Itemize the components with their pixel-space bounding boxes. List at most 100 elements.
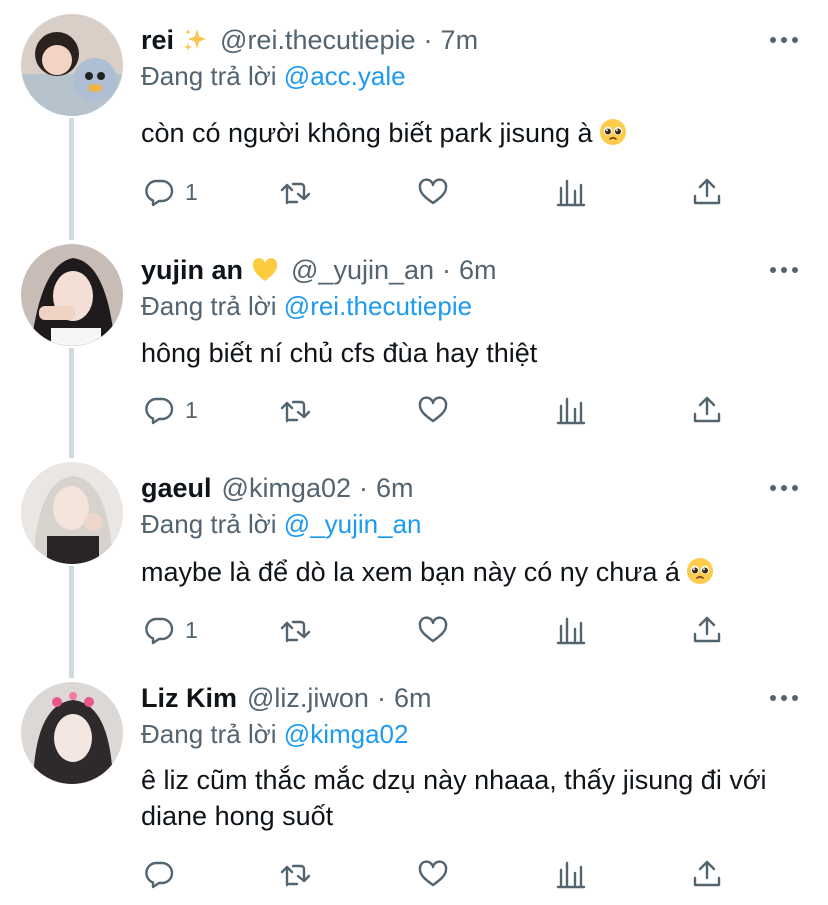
share-button[interactable] (691, 390, 723, 430)
yellow-heart-icon (251, 257, 279, 283)
reply-icon (145, 397, 174, 425)
retweet-icon (280, 864, 311, 887)
username[interactable]: @rei.thecutiepie (220, 22, 416, 58)
share-button[interactable] (691, 172, 723, 212)
reply-count: 1 (185, 178, 198, 205)
pleading-face-icon (599, 118, 627, 155)
more-icon[interactable] (770, 478, 798, 498)
avatar[interactable] (21, 244, 123, 346)
analytics-button[interactable] (555, 172, 587, 212)
pleading-face-icon (686, 557, 714, 594)
username[interactable]: @_yujin_an (291, 252, 434, 288)
display-name[interactable]: gaeul (141, 470, 212, 506)
separator-dot: · (442, 255, 452, 285)
reply-button[interactable]: 1 (143, 390, 198, 430)
retweet-icon (280, 400, 311, 423)
tweet-actions: 1 (0, 172, 828, 212)
separator-dot: · (359, 473, 368, 503)
more-icon[interactable] (770, 30, 798, 50)
tweet-text-content: còn có người không biết park jisung à (141, 118, 593, 148)
reply-button[interactable]: 1 (143, 610, 198, 650)
tweet-text: ê liz cũm thắc mắc dzụ này nhaaa, thấy j… (141, 762, 791, 834)
replying-to: Đang trả lời @acc.yale (141, 58, 406, 94)
tweet-actions (0, 854, 828, 894)
tweet-actions: 1 (0, 610, 828, 650)
like-button[interactable] (417, 610, 449, 650)
retweet-button[interactable] (279, 172, 311, 212)
display-name[interactable]: yujin an (141, 252, 243, 288)
sparkles-icon (182, 27, 208, 53)
tweet-text: maybe là để dò la xem bạn này có ny chưa… (141, 554, 801, 594)
reply-prefix: Đang trả lời (141, 719, 277, 749)
like-icon (418, 616, 448, 643)
reply-prefix: Đang trả lời (141, 509, 277, 539)
more-icon[interactable] (770, 260, 798, 280)
reply-prefix: Đang trả lời (141, 291, 277, 321)
tweet-4[interactable]: Liz Kim @liz.jiwon · 6m Đang trả lời @ki… (0, 668, 828, 905)
username[interactable]: @liz.jiwon (247, 680, 369, 716)
tweet-header: yujin an @_yujin_an · 6m (141, 252, 497, 288)
analytics-icon (556, 617, 586, 645)
tweet-2[interactable]: yujin an @_yujin_an · 6m Đang trả lời @r… (0, 228, 828, 458)
tweet-text-content: hông biết ní chủ cfs đùa hay thiệt (141, 338, 538, 368)
like-icon (418, 396, 448, 423)
like-button[interactable] (417, 390, 449, 430)
replying-to: Đang trả lời @kimga02 (141, 716, 408, 752)
retweet-icon (280, 620, 311, 643)
separator-dot: · (376, 683, 386, 713)
retweet-button[interactable] (279, 390, 311, 430)
share-button[interactable] (691, 854, 723, 894)
retweet-button[interactable] (279, 610, 311, 650)
reply-count: 1 (185, 396, 198, 423)
reply-icon (145, 179, 174, 207)
share-button[interactable] (691, 610, 723, 650)
like-icon (418, 860, 448, 887)
share-icon (693, 178, 721, 205)
tweet-text: hông biết ní chủ cfs đùa hay thiệt (141, 335, 801, 371)
avatar[interactable] (21, 462, 123, 564)
analytics-icon (556, 397, 586, 425)
analytics-button[interactable] (555, 610, 587, 650)
tweet-1[interactable]: rei @rei.thecutiepie · 7m Đang trả lời @… (0, 0, 828, 240)
analytics-button[interactable] (555, 390, 587, 430)
tweet-text-content: maybe là để dò la xem bạn này có ny chưa… (141, 557, 680, 587)
more-icon[interactable] (770, 688, 798, 708)
timestamp[interactable]: 6m (376, 470, 414, 506)
retweet-button[interactable] (279, 854, 311, 894)
share-icon (693, 396, 721, 423)
analytics-button[interactable] (555, 854, 587, 894)
tweet-text: còn có người không biết park jisung à (141, 115, 801, 155)
avatar[interactable] (21, 682, 123, 784)
reply-icon (145, 861, 174, 889)
timestamp[interactable]: 7m (441, 22, 479, 58)
tweet-actions: 1 (0, 390, 828, 430)
display-name[interactable]: Liz Kim (141, 680, 237, 716)
like-button[interactable] (417, 854, 449, 894)
like-icon (418, 178, 448, 205)
reply-icon (145, 617, 174, 645)
reply-button[interactable]: 1 (143, 172, 198, 212)
username[interactable]: @kimga02 (222, 470, 351, 506)
tweet-header: gaeul @kimga02 · 6m (141, 470, 414, 506)
display-name[interactable]: rei (141, 22, 174, 58)
timestamp[interactable]: 6m (394, 680, 432, 716)
reply-button[interactable] (143, 854, 185, 894)
analytics-icon (556, 179, 586, 207)
timestamp[interactable]: 6m (459, 252, 497, 288)
share-icon (693, 616, 721, 643)
avatar[interactable] (21, 14, 123, 116)
mention-link[interactable]: @_yujin_an (284, 509, 422, 539)
mention-link[interactable]: @acc.yale (284, 61, 406, 91)
tweet-header: rei @rei.thecutiepie · 7m (141, 22, 478, 58)
tweet-3[interactable]: gaeul @kimga02 · 6m Đang trả lời @_yujin… (0, 448, 828, 678)
mention-link[interactable]: @kimga02 (284, 719, 409, 749)
reply-thread: rei @rei.thecutiepie · 7m Đang trả lời @… (0, 0, 828, 905)
share-icon (693, 860, 721, 887)
like-button[interactable] (417, 172, 449, 212)
replying-to: Đang trả lời @_yujin_an (141, 506, 422, 542)
mention-link[interactable]: @rei.thecutiepie (284, 291, 472, 321)
tweet-text-content: ê liz cũm thắc mắc dzụ này nhaaa, thấy j… (141, 765, 767, 831)
reply-prefix: Đang trả lời (141, 61, 277, 91)
tweet-header: Liz Kim @liz.jiwon · 6m (141, 680, 431, 716)
replying-to: Đang trả lời @rei.thecutiepie (141, 288, 472, 324)
